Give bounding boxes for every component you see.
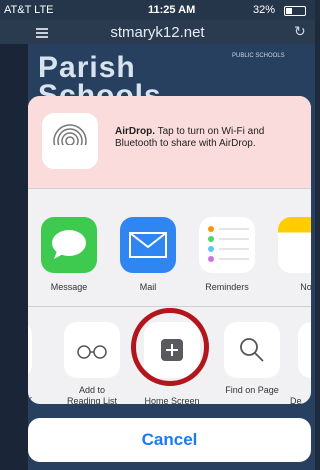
reminders-icon: [199, 217, 255, 273]
battery-icon: [284, 6, 306, 16]
share-app-label: Message: [50, 282, 88, 292]
share-app-label: No: [300, 282, 311, 292]
action-label: Find on Page: [225, 385, 279, 395]
action-desktop-site[interactable]: De: [290, 322, 311, 404]
carrier-label: AT&T LTE: [4, 4, 54, 16]
page-edge: [0, 44, 28, 470]
airdrop-row[interactable]: AirDrop. Tap to turn on Wi-Fi and Blueto…: [28, 96, 311, 188]
page-badge: PUBLIC SCHOOLS: [232, 53, 285, 59]
share-app-label: Mail: [139, 282, 157, 292]
action-label: rk: [28, 394, 32, 404]
airdrop-description: AirDrop. Tap to turn on Wi-Fi and Blueto…: [115, 126, 301, 150]
share-app-reminders[interactable]: Reminders: [195, 217, 259, 292]
airdrop-rings-icon: [52, 124, 88, 159]
share-app-mail[interactable]: Mail: [116, 217, 180, 292]
share-app-message[interactable]: Message: [37, 217, 101, 292]
search-icon-tile: [224, 322, 280, 378]
url-domain[interactable]: stmaryk12.net: [0, 24, 315, 41]
share-app-label: Reminders: [205, 282, 249, 292]
notes-icon: [278, 217, 311, 273]
action-label: Home Screen: [144, 396, 200, 404]
action-add-to-reading-list[interactable]: Add to Reading List: [56, 322, 128, 404]
bookmark-icon: [28, 322, 32, 378]
action-bookmark[interactable]: rk: [28, 322, 40, 404]
action-label: Add to Reading List: [66, 385, 118, 404]
cancel-button[interactable]: Cancel: [28, 418, 311, 462]
battery-percent: 32%: [253, 4, 276, 16]
highlight-circle: [131, 308, 209, 386]
airdrop-title: AirDrop.: [115, 126, 155, 137]
address-bar[interactable]: stmaryk12.net ↻: [0, 20, 315, 44]
headline-line-1: Parish: [38, 51, 136, 84]
reading-list-icon: [64, 322, 120, 378]
desktop-icon: [298, 322, 311, 378]
share-app-notes[interactable]: No: [274, 217, 311, 292]
divider: [28, 306, 311, 307]
action-label: De: [290, 396, 302, 404]
mail-icon: [120, 217, 176, 273]
status-bar: AT&T LTE 11:25 AM 32%: [0, 0, 315, 20]
airdrop-icon[interactable]: [42, 113, 98, 169]
action-find-on-page[interactable]: Find on Page: [216, 322, 288, 396]
clock: 11:25 AM: [148, 4, 196, 16]
divider: [28, 188, 311, 189]
message-icon: [41, 217, 97, 273]
search-icon: [240, 338, 264, 362]
reload-icon[interactable]: ↻: [294, 23, 306, 40]
